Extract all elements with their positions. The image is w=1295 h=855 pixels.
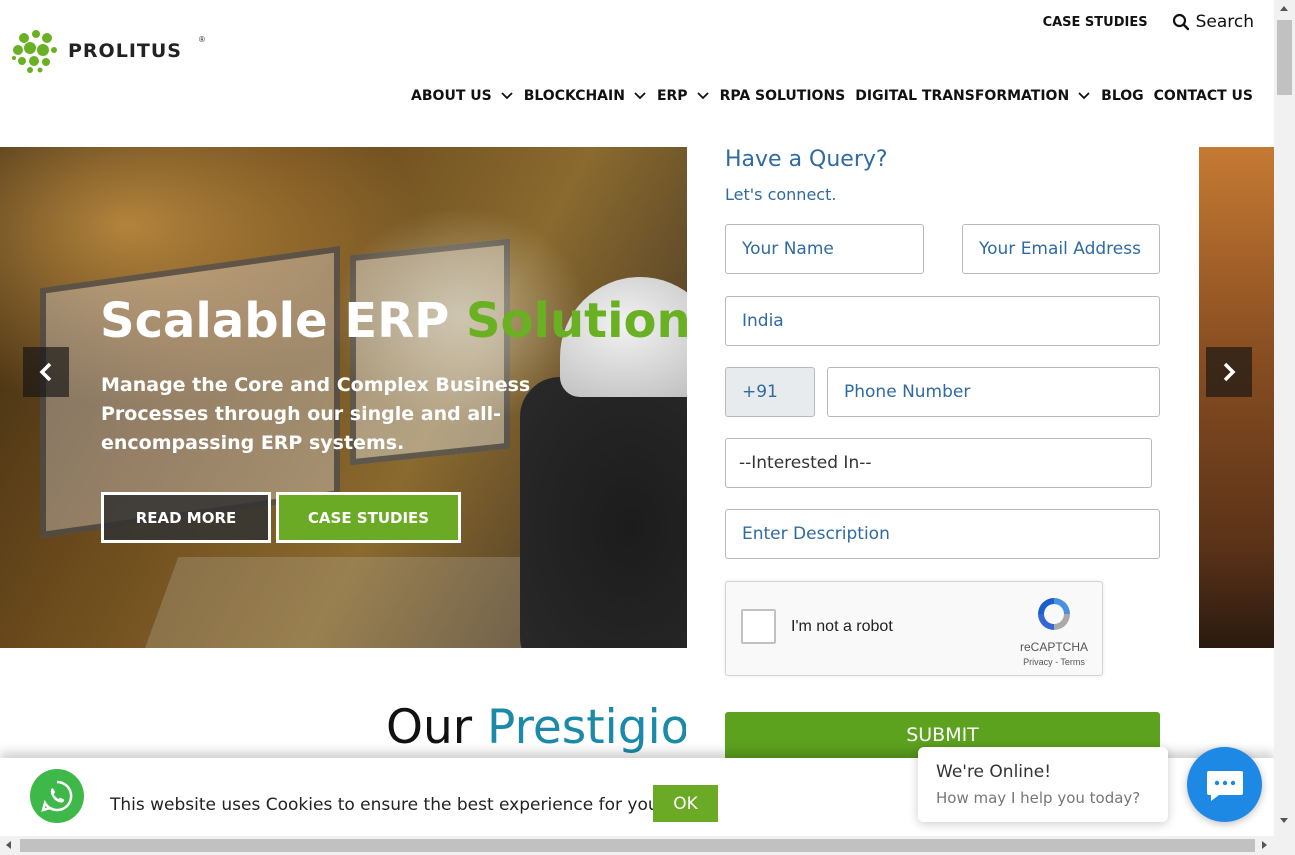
vertical-scroll-thumb[interactable] [1277,20,1292,95]
chevron-down-icon [1078,92,1090,100]
chevron-down-icon [634,92,646,100]
case-studies-button[interactable]: CASE STUDIES [276,492,461,543]
email-input[interactable]: Your Email Address [962,224,1160,274]
top-nav: CASE STUDIES Search [1043,12,1254,32]
interest-select[interactable]: --Interested In-- [725,438,1152,488]
nav-item-rpa-solutions[interactable]: RPA SOLUTIONS [720,88,846,104]
captcha-label: I'm not a robot [791,618,893,635]
slider-next-button[interactable] [1206,347,1252,397]
nav-item-blockchain[interactable]: BLOCKCHAIN [524,88,647,104]
main-nav: ABOUT US BLOCKCHAIN ERP RPA SOLUTIONS DI… [401,88,1253,104]
form-subtitle: Let's connect. [725,185,837,204]
logo[interactable]: PROLITUS ® [10,28,205,74]
nav-item-digital-transformation[interactable]: DIGITAL TRANSFORMATION [855,88,1091,104]
chat-launcher-button[interactable] [1187,747,1262,822]
captcha-brand: reCAPTCHA [1019,640,1088,654]
horizontal-scrollbar[interactable] [0,836,1295,855]
phone-input[interactable]: Phone Number [827,367,1160,417]
name-input[interactable]: Your Name [725,224,924,274]
hero-title-main: Scalable ERP [100,293,466,349]
search-label: Search [1195,12,1254,32]
nav-item-blog[interactable]: BLOG [1101,88,1144,104]
chevron-down-icon [696,92,709,100]
chevron-left-icon [39,362,52,382]
nav-label: DIGITAL TRANSFORMATION [855,88,1070,104]
nav-item-contact-us[interactable]: CONTACT US [1154,88,1253,104]
logo-icon [12,30,57,73]
hero-background-right [1199,147,1274,648]
scroll-up-arrow[interactable] [1280,6,1288,11]
hero-title-accent: Solution [465,293,691,349]
nav-item-erp[interactable]: ERP [657,88,710,104]
logo-text: PROLITUS [68,40,182,62]
chat-status: We're Online! [936,762,1052,782]
nav-item-about-us[interactable]: ABOUT US [411,88,514,104]
nav-label: ERP [656,88,688,104]
clients-heading-accent: Prestigious [487,700,686,755]
cookie-ok-button[interactable]: OK [653,785,718,822]
chat-icon [1206,770,1243,801]
site-header: PROLITUS ® CASE STUDIES Search ABOUT US … [0,0,1274,147]
case-studies-link[interactable]: CASE STUDIES [1043,15,1148,30]
whatsapp-button[interactable] [30,769,84,823]
description-input[interactable]: Enter Description [725,509,1160,559]
clients-heading: Our Prestigious [386,700,686,755]
nav-label: RPA SOLUTIONS [719,88,846,104]
clients-heading-main: Our [386,700,488,755]
query-form: Have a Query? Let's connect. Your Name Y… [687,147,1199,760]
hero-description: Manage the Core and Complex Business Pro… [101,374,531,454]
chat-prompt: How may I help you today? [936,789,1141,807]
nav-label: BLOG [1101,88,1144,104]
captcha-terms-link[interactable]: Privacy - Terms [1004,657,1104,667]
chevron-down-icon [501,92,513,100]
recaptcha-widget: I'm not a robot reCAPTCHA Privacy - Term… [725,581,1103,676]
vertical-scrollbar[interactable] [1274,0,1295,836]
logo-registered: ® [199,35,205,44]
nav-label: BLOCKCHAIN [523,88,625,104]
search-icon [1172,13,1189,31]
nav-label: CONTACT US [1153,88,1253,104]
search-button[interactable]: Search [1172,12,1254,32]
whatsapp-icon [41,780,73,812]
cookie-message: This website uses Cookies to ensure the … [110,795,665,815]
recaptcha-icon [1038,598,1070,630]
nav-label: ABOUT US [411,88,492,104]
chevron-right-icon [1223,362,1236,382]
captcha-checkbox[interactable] [741,609,776,644]
chat-greeting-bubble[interactable]: We're Online! How may I help you today? [918,747,1168,822]
read-more-button[interactable]: READ MORE [101,492,271,543]
scroll-left-arrow[interactable] [6,841,11,849]
scroll-right-arrow[interactable] [1262,841,1267,849]
hero-title: Scalable ERP Solution [100,293,691,349]
phone-code-field: +91 [725,367,815,417]
form-title: Have a Query? [725,147,888,172]
scroll-down-arrow[interactable] [1280,818,1288,823]
slider-prev-button[interactable] [23,347,69,397]
country-select[interactable]: India [725,296,1160,346]
horizontal-scroll-thumb[interactable] [20,839,1255,852]
